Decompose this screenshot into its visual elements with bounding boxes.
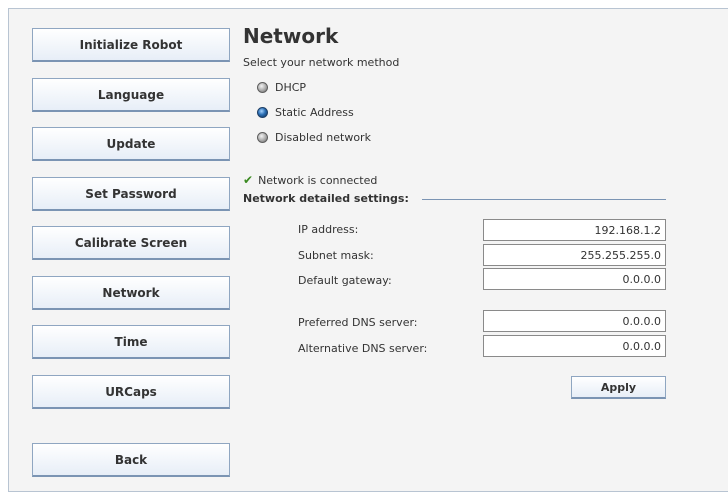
radio-unselected-icon[interactable] bbox=[257, 82, 268, 93]
sidebar-item-label: Calibrate Screen bbox=[74, 235, 188, 250]
sidebar-item-label: Set Password bbox=[85, 186, 177, 201]
apply-button[interactable]: Apply bbox=[571, 376, 666, 399]
subnet-mask-input[interactable] bbox=[483, 244, 666, 266]
sidebar-item-label: Network bbox=[102, 285, 160, 300]
network-status-text: Network is connected bbox=[258, 173, 378, 187]
sidebar-item-set-password[interactable]: Set Password bbox=[32, 177, 230, 211]
radio-dhcp[interactable]: DHCP bbox=[257, 81, 306, 94]
ip-address-input[interactable] bbox=[483, 219, 666, 241]
radio-label-disabled-network: Disabled network bbox=[275, 131, 371, 144]
alternative-dns-input[interactable] bbox=[483, 335, 666, 357]
radio-selected-icon[interactable] bbox=[257, 107, 268, 118]
subnet-mask-label: Subnet mask: bbox=[298, 249, 374, 262]
sidebar-item-label: Update bbox=[106, 136, 156, 151]
page-subtitle: Select your network method bbox=[243, 56, 400, 69]
sidebar-item-calibrate-screen[interactable]: Calibrate Screen bbox=[32, 226, 230, 260]
alternative-dns-label: Alternative DNS server: bbox=[298, 342, 428, 355]
check-icon: ✔ bbox=[243, 173, 254, 187]
sidebar-item-label: URCaps bbox=[105, 384, 157, 399]
sidebar-item-network[interactable]: Network bbox=[32, 276, 230, 310]
radio-label-static-address: Static Address bbox=[275, 106, 354, 119]
radio-unselected-icon[interactable] bbox=[257, 132, 268, 143]
radio-label-dhcp: DHCP bbox=[275, 81, 307, 94]
apply-button-label: Apply bbox=[600, 380, 637, 394]
sidebar-item-language[interactable]: Language bbox=[32, 78, 230, 112]
default-gateway-label: Default gateway: bbox=[298, 274, 392, 287]
default-gateway-input[interactable] bbox=[483, 268, 666, 290]
back-button[interactable]: Back bbox=[32, 443, 230, 477]
ip-address-label: IP address: bbox=[298, 223, 359, 236]
radio-static-address[interactable]: Static Address bbox=[257, 106, 354, 119]
back-button-label: Back bbox=[114, 452, 148, 467]
sidebar-item-label: Language bbox=[97, 87, 165, 102]
sidebar-item-label: Initialize Robot bbox=[79, 37, 183, 52]
sidebar-item-update[interactable]: Update bbox=[32, 127, 230, 161]
page-title: Network bbox=[243, 24, 339, 48]
radio-disabled-network[interactable]: Disabled network bbox=[257, 131, 371, 144]
section-divider bbox=[422, 199, 666, 200]
sidebar-item-urcaps[interactable]: URCaps bbox=[32, 375, 230, 409]
preferred-dns-label: Preferred DNS server: bbox=[298, 316, 418, 329]
sidebar-item-initialize-robot[interactable]: Initialize Robot bbox=[32, 28, 230, 62]
sidebar-item-label: Time bbox=[114, 334, 148, 349]
section-title: Network detailed settings: bbox=[243, 192, 409, 205]
preferred-dns-input[interactable] bbox=[483, 310, 666, 332]
network-status: ✔ Network is connected bbox=[243, 173, 377, 187]
sidebar-item-time[interactable]: Time bbox=[32, 325, 230, 359]
